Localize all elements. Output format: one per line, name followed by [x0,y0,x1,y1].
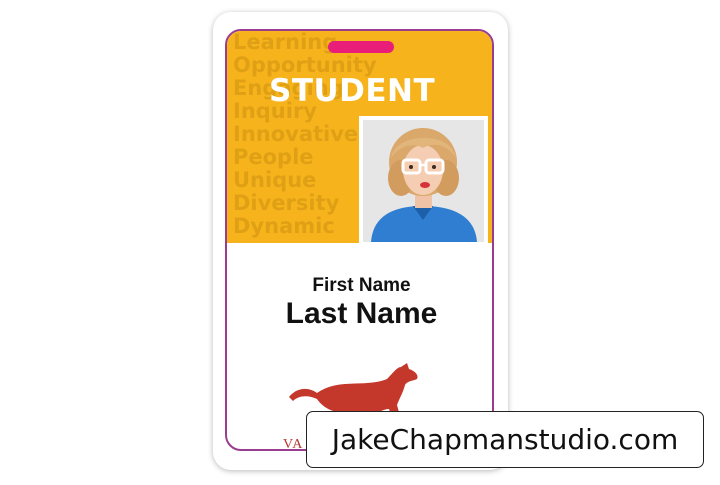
id-card: Learning Opportunity Engaging Inquiry In… [213,12,508,470]
card-frame: Learning Opportunity Engaging Inquiry In… [225,29,494,451]
background-word: Innovative [233,122,359,146]
background-word: Diversity [233,191,340,215]
last-name: Last Name [285,297,438,330]
background-word: People [233,145,314,169]
portrait-image [363,120,484,242]
lanyard-slot [328,41,394,53]
background-word: Dynamic [233,214,335,238]
background-word: Unique [233,168,317,192]
watermark-label: JakeChapmanstudio.com [306,411,704,468]
badge-title: STUDENT [269,73,436,109]
background-word-list: Learning Opportunity Engaging Inquiry In… [233,31,377,238]
first-name: First Name [312,275,411,296]
school-name: VA [283,437,304,451]
student-photo [359,116,488,246]
